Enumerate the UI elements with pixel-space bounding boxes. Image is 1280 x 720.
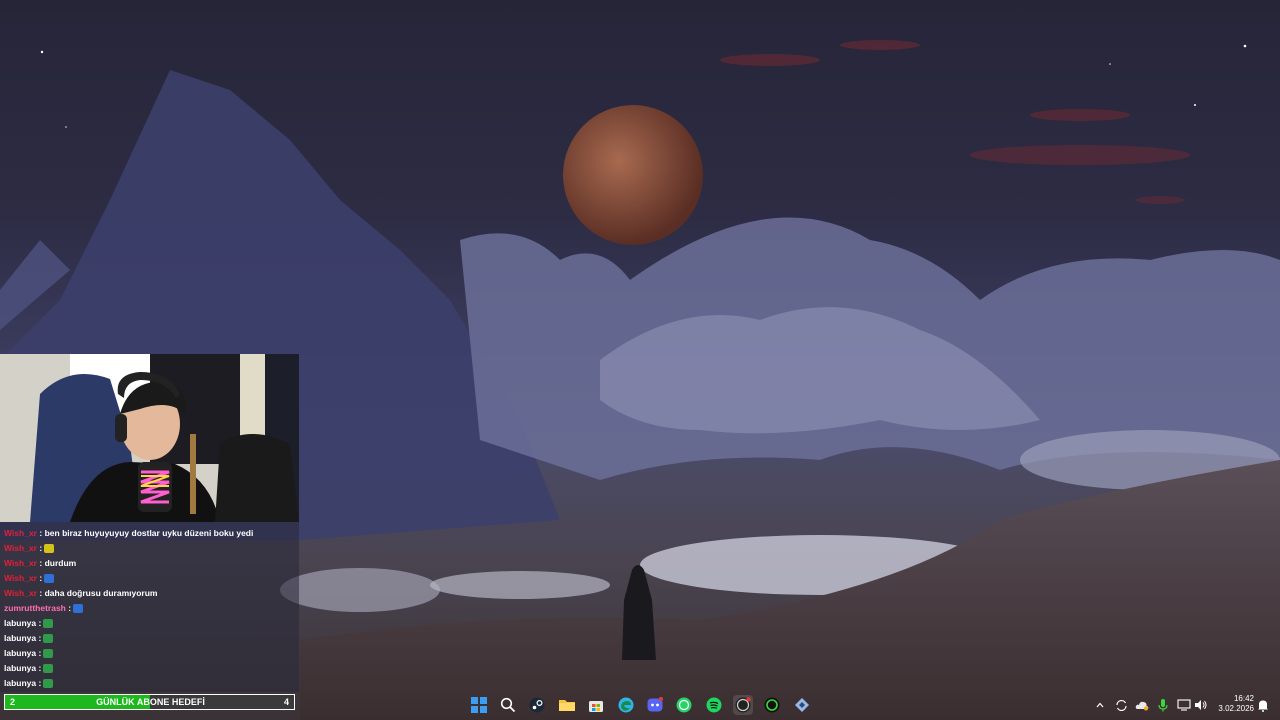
chat-message: labunya :: [4, 631, 54, 645]
chat-username: labunya: [4, 633, 37, 643]
discord-icon[interactable]: [645, 695, 665, 715]
emote-icon: [43, 664, 54, 674]
obs-icon[interactable]: [733, 695, 753, 715]
chat-username: Wish_xr: [4, 528, 37, 538]
chat-username: labunya: [4, 678, 37, 688]
cloud-icon[interactable]: [1135, 698, 1149, 712]
chat-username: labunya: [4, 648, 37, 658]
search-icon[interactable]: [498, 695, 518, 715]
microsoft-store-icon[interactable]: [586, 695, 606, 715]
chat-username: zumrutthetrash: [4, 603, 66, 613]
microphone-icon[interactable]: [1156, 698, 1170, 712]
chat-separator: :: [38, 633, 42, 643]
whatsapp-icon[interactable]: [674, 695, 694, 715]
cloaked-figure: [622, 565, 656, 660]
chat-message: labunya :: [4, 676, 54, 690]
chat-separator: :: [39, 543, 43, 553]
webcam-feed: [0, 354, 299, 522]
emote-icon: [43, 679, 54, 689]
volume-icon[interactable]: [1194, 698, 1208, 712]
stream-chat: Wish_xr : ben biraz huyuyuyuy dostlar uy…: [0, 522, 299, 692]
chat-message: labunya :: [4, 616, 54, 630]
chat-separator: :: [68, 603, 72, 613]
chat-separator: :: [38, 663, 42, 673]
system-clock[interactable]: 16:42 3.02.2026: [1214, 694, 1254, 714]
razer-icon[interactable]: [762, 695, 782, 715]
display-icon[interactable]: [1177, 698, 1191, 712]
edge-icon[interactable]: [616, 695, 636, 715]
chevron-up-icon[interactable]: [1093, 698, 1107, 712]
chat-message: Wish_xr : durdum: [4, 556, 76, 570]
emote-icon: [44, 574, 55, 584]
clock-date: 3.02.2026: [1218, 704, 1254, 713]
emote-icon: [43, 619, 54, 629]
chat-separator: :: [38, 678, 42, 688]
steam-icon[interactable]: [527, 695, 547, 715]
emote-icon: [73, 604, 84, 614]
chat-text: durdum: [44, 558, 77, 568]
sync-icon[interactable]: [1114, 698, 1128, 712]
chat-username: Wish_xr: [4, 573, 37, 583]
chat-separator: :: [38, 618, 42, 628]
chat-separator: :: [39, 588, 43, 598]
chat-username: labunya: [4, 618, 37, 628]
emote-icon: [43, 634, 54, 644]
chat-username: Wish_xr: [4, 543, 37, 553]
planet: [563, 105, 703, 245]
chat-username: labunya: [4, 663, 37, 673]
clock-time: 16:42: [1233, 694, 1254, 703]
chat-text: daha doğrusu duramıyorum: [44, 588, 158, 598]
webcam-overlay: [0, 354, 299, 522]
chat-message: Wish_xr : ben biraz huyuyuyuy dostlar uy…: [4, 526, 253, 540]
chat-separator: :: [38, 648, 42, 658]
chat-message: Wish_xr :: [4, 571, 55, 585]
bell-icon[interactable]: [1256, 698, 1270, 712]
chat-username: Wish_xr: [4, 558, 37, 568]
taskbar: [0, 690, 1280, 720]
chat-message: labunya :: [4, 661, 54, 675]
chat-message: labunya :: [4, 646, 54, 660]
chat-text: ben biraz huyuyuyuy dostlar uyku düzeni …: [44, 528, 254, 538]
spotify-icon[interactable]: [704, 695, 724, 715]
chat-message: zumrutthetrash :: [4, 601, 84, 615]
emote-icon: [44, 544, 55, 554]
start-icon[interactable]: [469, 695, 489, 715]
chat-separator: :: [39, 558, 43, 568]
emote-icon: [43, 649, 54, 659]
chat-separator: :: [39, 573, 43, 583]
chat-message: Wish_xr : daha doğrusu duramıyorum: [4, 586, 157, 600]
chat-message: Wish_xr :: [4, 541, 55, 555]
file-explorer-icon[interactable]: [557, 695, 577, 715]
network-app-icon[interactable]: [792, 695, 812, 715]
chat-username: Wish_xr: [4, 588, 37, 598]
chat-separator: :: [39, 528, 43, 538]
